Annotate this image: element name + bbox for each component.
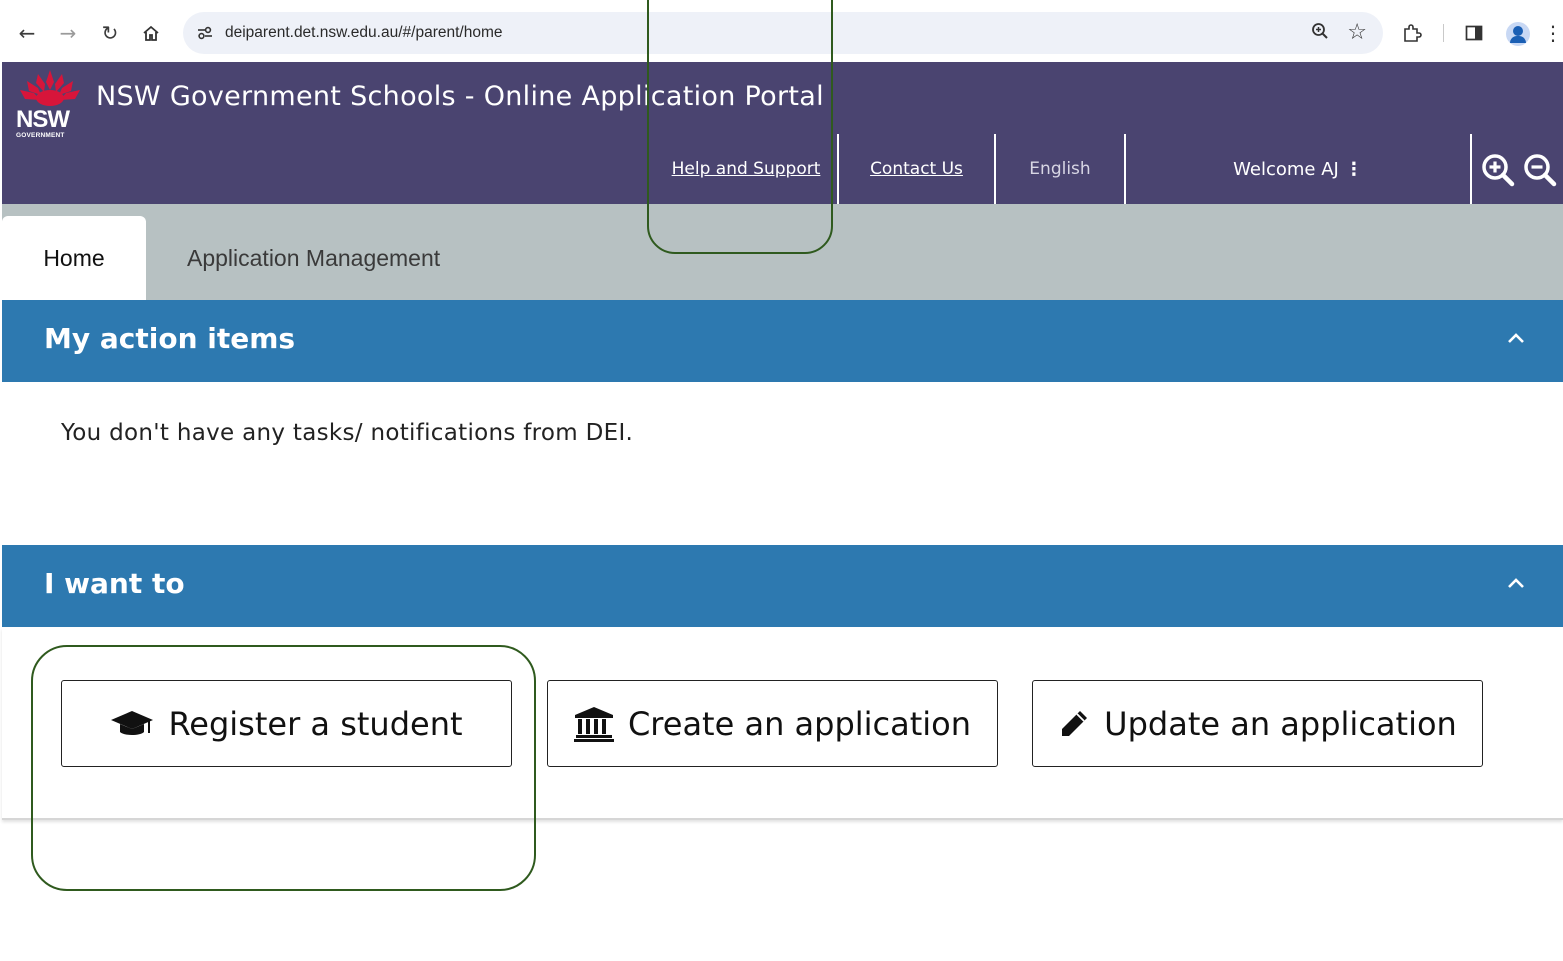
site-title: NSW Government Schools - Online Applicat… bbox=[96, 81, 824, 112]
main-tabs: Home Application Management bbox=[2, 204, 1563, 300]
tab-application-management[interactable]: Application Management bbox=[187, 216, 440, 300]
reload-icon[interactable]: ↻ bbox=[97, 18, 123, 48]
site-info-icon[interactable] bbox=[195, 23, 215, 43]
help-and-support-label[interactable]: Help and Support bbox=[672, 159, 821, 179]
logo-text: NSW bbox=[16, 106, 70, 133]
tab-home[interactable]: Home bbox=[2, 216, 146, 300]
waratah-icon bbox=[20, 70, 80, 106]
pencil-icon bbox=[1058, 708, 1090, 740]
user-menu-kebab-icon[interactable]: ⋮ bbox=[1345, 159, 1363, 180]
profile-avatar-icon[interactable] bbox=[1506, 22, 1530, 46]
nsw-government-logo[interactable]: NSW GOVERNMENT bbox=[14, 68, 86, 139]
no-notifications-message: You don't have any tasks/ notifications … bbox=[61, 420, 634, 446]
collapse-chevron-up-icon[interactable] bbox=[1505, 328, 1527, 350]
institution-icon bbox=[573, 706, 614, 742]
my-action-items-title: My action items bbox=[44, 322, 296, 355]
register-student-button[interactable]: Register a student bbox=[61, 680, 512, 767]
contact-us-link[interactable]: Contact Us bbox=[839, 134, 994, 204]
i-want-to-header[interactable]: I want to bbox=[2, 545, 1563, 627]
header-subnav: Help and Support Contact Us English Welc… bbox=[2, 134, 1563, 204]
language-label[interactable]: English bbox=[1029, 159, 1090, 179]
url-text[interactable]: deiparent.det.nsw.edu.au/#/parent/home bbox=[225, 24, 502, 42]
my-action-items-header[interactable]: My action items bbox=[2, 300, 1563, 382]
bookmark-star-icon[interactable]: ☆ bbox=[1347, 20, 1367, 45]
welcome-label[interactable]: Welcome AJ bbox=[1233, 159, 1339, 180]
browser-toolbar: ← → ↻ deiparent.det.nsw.edu.au/#/parent/… bbox=[0, 0, 1563, 62]
create-application-button[interactable]: Create an application bbox=[547, 680, 998, 767]
graduation-cap-icon bbox=[110, 709, 154, 739]
site-header: NSW GOVERNMENT NSW Government Schools - … bbox=[2, 62, 1563, 204]
forward-arrow-icon[interactable]: → bbox=[55, 18, 81, 48]
update-application-label: Update an application bbox=[1104, 704, 1457, 743]
i-want-to-title: I want to bbox=[44, 567, 185, 600]
back-arrow-icon[interactable]: ← bbox=[14, 18, 40, 48]
menu-kebab-icon[interactable]: ⋮ bbox=[1543, 18, 1563, 48]
zoom-in-icon[interactable] bbox=[1480, 152, 1516, 188]
extensions-icon[interactable] bbox=[1398, 18, 1426, 48]
nav-divider bbox=[1470, 134, 1472, 204]
contact-us-label[interactable]: Contact Us bbox=[870, 159, 963, 179]
register-student-label: Register a student bbox=[168, 704, 463, 743]
create-application-label: Create an application bbox=[627, 704, 972, 743]
address-bar[interactable]: deiparent.det.nsw.edu.au/#/parent/home ☆ bbox=[183, 12, 1383, 54]
zoom-out-icon[interactable] bbox=[1522, 152, 1558, 188]
help-and-support-link[interactable]: Help and Support bbox=[656, 134, 836, 204]
side-panel-icon[interactable] bbox=[1460, 18, 1488, 48]
zoom-indicator-icon[interactable] bbox=[1311, 22, 1329, 45]
home-icon[interactable] bbox=[138, 18, 164, 48]
collapse-chevron-up-icon[interactable] bbox=[1505, 573, 1527, 595]
toolbar-divider bbox=[1443, 24, 1444, 42]
welcome-user-menu[interactable]: Welcome AJ ⋮ bbox=[1126, 134, 1470, 204]
update-application-button[interactable]: Update an application bbox=[1032, 680, 1483, 767]
language-selector[interactable]: English bbox=[996, 134, 1124, 204]
